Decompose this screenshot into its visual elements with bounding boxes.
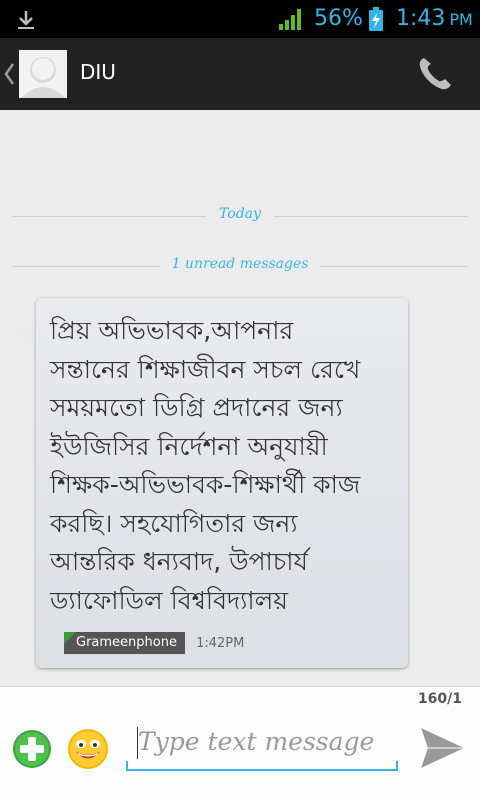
message-line: ড্যাফোডিল বিশ্ববিদ্যালয় (50, 585, 288, 615)
date-divider-label: Today (219, 206, 261, 222)
avatar[interactable] (19, 50, 67, 98)
message-bubble[interactable]: প্রিয় অভিভাবক,আপনার সন্তানের শিক্ষাজীবন… (36, 298, 408, 668)
character-counter: 160/1 (417, 691, 462, 707)
sim-badge: Grameenphone (64, 632, 185, 654)
message-line: শিক্ষক-অভিভাবক-শিক্ষার্থী কাজ (50, 470, 361, 499)
signal-icon (279, 9, 301, 30)
message-line: সময়মতো ডিগ্রি প্রদানের জন্য (50, 393, 343, 422)
clock-time: 1:43 (396, 6, 446, 31)
download-icon (18, 11, 34, 29)
clock: 1:43 PM (396, 6, 473, 31)
compose-bar: 160/1 Type text message (0, 686, 480, 800)
date-divider: Today (12, 206, 468, 226)
phone-icon[interactable] (414, 54, 458, 94)
emoji-icon[interactable] (66, 727, 110, 771)
message-line: ইউজিসির নির্দেশনা অনুযায়ী (50, 431, 328, 461)
battery-percent: 56% (314, 6, 363, 31)
message-text: প্রিয় অভিভাবক,আপনার সন্তানের শিক্ষাজীবন… (50, 312, 394, 620)
unread-divider-label: 1 unread messages (171, 256, 309, 272)
add-attachment-icon[interactable] (12, 729, 52, 769)
message-line: আন্তরিক ধন্যবাদ, উপাচার্য (50, 547, 308, 576)
message-line: সন্তানের শিক্ষাজীবন সচল রেখে (50, 354, 361, 384)
back-icon[interactable] (2, 60, 16, 88)
send-icon[interactable] (418, 725, 466, 771)
unread-divider: 1 unread messages (12, 256, 468, 276)
status-bar: 56% 1:43 PM (0, 0, 480, 38)
contact-placeholder-icon (19, 50, 67, 98)
message-line: করছি। সহযোগিতার জন্য (50, 508, 298, 538)
clock-ampm: PM (449, 10, 473, 29)
input-underline-end (396, 761, 398, 769)
contact-name: DIU (80, 60, 116, 84)
input-underline-end (126, 761, 128, 769)
message-input-placeholder: Type text message (138, 727, 375, 756)
battery-charging-icon (369, 7, 383, 31)
message-input[interactable]: Type text message (126, 723, 398, 771)
message-meta: Grameenphone 1:42PM (64, 632, 244, 656)
message-timestamp: 1:42PM (196, 635, 245, 651)
bubble-tail (18, 320, 38, 348)
message-line: প্রিয় অভিভাবক,আপনার (50, 316, 294, 345)
action-bar: DIU (0, 38, 480, 110)
